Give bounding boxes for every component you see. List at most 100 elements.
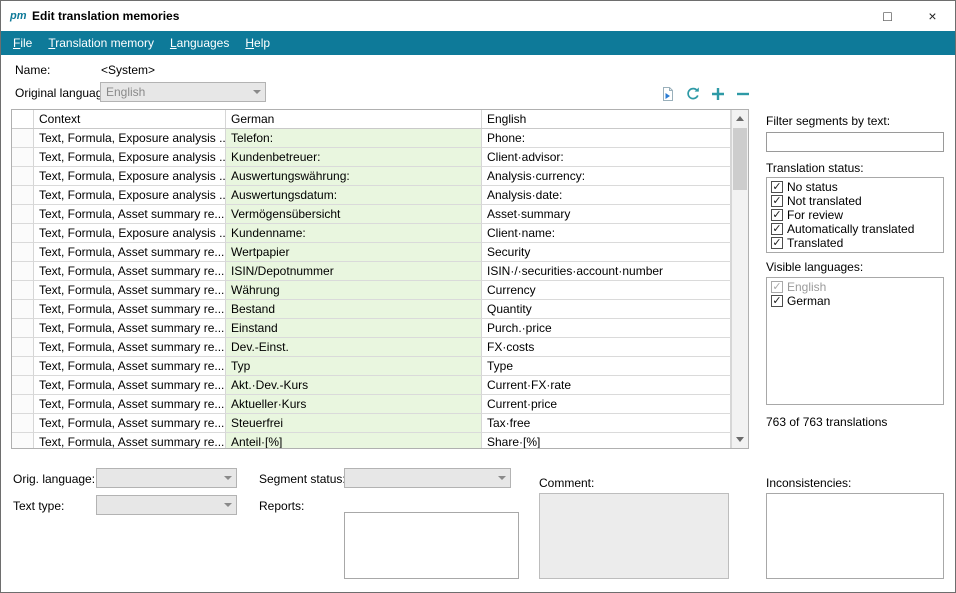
orig-language-select[interactable] <box>96 468 237 488</box>
context-cell[interactable]: Text, Formula, Asset summary re... <box>34 357 226 376</box>
context-cell[interactable]: Text, Formula, Exposure analysis ... <box>34 167 226 186</box>
row-selector[interactable] <box>12 186 34 205</box>
german-cell[interactable]: Anteil·[%] <box>226 433 482 448</box>
table-row[interactable]: Text, Formula, Asset summary re...Akt.·D… <box>12 376 731 395</box>
row-selector[interactable] <box>12 414 34 433</box>
inconsistencies-list[interactable] <box>766 493 944 579</box>
context-cell[interactable]: Text, Formula, Asset summary re... <box>34 338 226 357</box>
english-cell[interactable]: Current·price <box>482 395 731 414</box>
row-selector[interactable] <box>12 319 34 338</box>
german-cell[interactable]: Telefon: <box>226 129 482 148</box>
context-cell[interactable]: Text, Formula, Asset summary re... <box>34 205 226 224</box>
checkbox-item[interactable]: ✓Not translated <box>771 194 939 208</box>
context-cell[interactable]: Text, Formula, Exposure analysis ... <box>34 224 226 243</box>
table-row[interactable]: Text, Formula, Exposure analysis ...Kund… <box>12 148 731 167</box>
comment-box[interactable] <box>539 493 729 579</box>
english-cell[interactable]: Analysis·date: <box>482 186 731 205</box>
reports-list[interactable] <box>344 512 519 579</box>
context-cell[interactable]: Text, Formula, Exposure analysis ... <box>34 186 226 205</box>
german-cell[interactable]: Aktueller·Kurs <box>226 395 482 414</box>
table-row[interactable]: Text, Formula, Asset summary re...Dev.-E… <box>12 338 731 357</box>
table-row[interactable]: Text, Formula, Asset summary re...Währun… <box>12 281 731 300</box>
german-cell[interactable]: Kundenbetreuer: <box>226 148 482 167</box>
menu-item-help[interactable]: Help <box>237 31 278 55</box>
context-cell[interactable]: Text, Formula, Asset summary re... <box>34 300 226 319</box>
english-cell[interactable]: Phone: <box>482 129 731 148</box>
context-cell[interactable]: Text, Formula, Exposure analysis ... <box>34 148 226 167</box>
german-cell[interactable]: Akt.·Dev.-Kurs <box>226 376 482 395</box>
german-cell[interactable]: ISIN/Depotnummer <box>226 262 482 281</box>
row-selector[interactable] <box>12 395 34 414</box>
context-cell[interactable]: Text, Formula, Asset summary re... <box>34 414 226 433</box>
checkbox-item[interactable]: ✓Automatically translated <box>771 222 939 236</box>
context-cell[interactable]: Text, Formula, Asset summary re... <box>34 395 226 414</box>
new-document-icon[interactable] <box>659 85 677 103</box>
original-language-select[interactable]: English <box>100 82 266 102</box>
german-cell[interactable]: Bestand <box>226 300 482 319</box>
german-cell[interactable]: Währung <box>226 281 482 300</box>
table-row[interactable]: Text, Formula, Exposure analysis ...Ausw… <box>12 167 731 186</box>
table-row[interactable]: Text, Formula, Asset summary re...Einsta… <box>12 319 731 338</box>
english-cell[interactable]: Share·[%] <box>482 433 731 448</box>
row-selector[interactable] <box>12 262 34 281</box>
german-cell[interactable]: Kundenname: <box>226 224 482 243</box>
close-button[interactable]: × <box>910 1 955 31</box>
context-cell[interactable]: Text, Formula, Asset summary re... <box>34 281 226 300</box>
menu-item-languages[interactable]: Languages <box>162 31 237 55</box>
german-cell[interactable]: Auswertungsdatum: <box>226 186 482 205</box>
english-cell[interactable]: Quantity <box>482 300 731 319</box>
context-cell[interactable]: Text, Formula, Exposure analysis ... <box>34 129 226 148</box>
context-cell[interactable]: Text, Formula, Asset summary re... <box>34 319 226 338</box>
german-cell[interactable]: Dev.-Einst. <box>226 338 482 357</box>
row-selector[interactable] <box>12 338 34 357</box>
row-selector[interactable] <box>12 357 34 376</box>
table-row[interactable]: Text, Formula, Asset summary re...Vermög… <box>12 205 731 224</box>
english-cell[interactable]: Purch.·price <box>482 319 731 338</box>
table-row[interactable]: Text, Formula, Exposure analysis ...Tele… <box>12 129 731 148</box>
english-cell[interactable]: Asset·summary <box>482 205 731 224</box>
context-cell[interactable]: Text, Formula, Asset summary re... <box>34 243 226 262</box>
remove-icon[interactable] <box>734 85 752 103</box>
english-cell[interactable]: Client·name: <box>482 224 731 243</box>
row-selector[interactable] <box>12 376 34 395</box>
row-selector[interactable] <box>12 167 34 186</box>
row-selector[interactable] <box>12 281 34 300</box>
checkbox-item[interactable]: ✓German <box>771 294 939 308</box>
row-selector[interactable] <box>12 224 34 243</box>
table-row[interactable]: Text, Formula, Asset summary re...ISIN/D… <box>12 262 731 281</box>
table-row[interactable]: Text, Formula, Exposure analysis ...Ausw… <box>12 186 731 205</box>
scrollbar-thumb[interactable] <box>733 128 747 190</box>
refresh-icon[interactable] <box>684 85 702 103</box>
menu-item-file[interactable]: File <box>5 31 40 55</box>
header-context[interactable]: Context <box>34 110 226 128</box>
scroll-up-icon[interactable] <box>732 110 748 127</box>
table-row[interactable]: Text, Formula, Asset summary re...Bestan… <box>12 300 731 319</box>
english-cell[interactable]: FX·costs <box>482 338 731 357</box>
row-selector[interactable] <box>12 300 34 319</box>
checkbox-icon[interactable]: ✓ <box>771 181 783 193</box>
table-row[interactable]: Text, Formula, Exposure analysis ...Kund… <box>12 224 731 243</box>
english-cell[interactable]: Client·advisor: <box>482 148 731 167</box>
checkbox-item[interactable]: ✓For review <box>771 208 939 222</box>
scroll-down-icon[interactable] <box>732 431 748 448</box>
german-cell[interactable]: Vermögensübersicht <box>226 205 482 224</box>
add-icon[interactable] <box>709 85 727 103</box>
checkbox-item[interactable]: ✓No status <box>771 180 939 194</box>
german-cell[interactable]: Auswertungswährung: <box>226 167 482 186</box>
checkbox-item[interactable]: ✓Translated <box>771 236 939 250</box>
menu-item-translation-memory[interactable]: Translation memory <box>40 31 162 55</box>
row-selector[interactable] <box>12 205 34 224</box>
text-type-select[interactable] <box>96 495 237 515</box>
context-cell[interactable]: Text, Formula, Asset summary re... <box>34 262 226 281</box>
german-cell[interactable]: Wertpapier <box>226 243 482 262</box>
german-cell[interactable]: Typ <box>226 357 482 376</box>
maximize-button[interactable]: □ <box>865 1 910 31</box>
row-selector[interactable] <box>12 129 34 148</box>
context-cell[interactable]: Text, Formula, Asset summary re... <box>34 433 226 448</box>
checkbox-icon[interactable]: ✓ <box>771 237 783 249</box>
row-selector[interactable] <box>12 243 34 262</box>
table-row[interactable]: Text, Formula, Asset summary re...TypTyp… <box>12 357 731 376</box>
checkbox-icon[interactable]: ✓ <box>771 223 783 235</box>
english-cell[interactable]: Type <box>482 357 731 376</box>
table-row[interactable]: Text, Formula, Asset summary re...Anteil… <box>12 433 731 448</box>
